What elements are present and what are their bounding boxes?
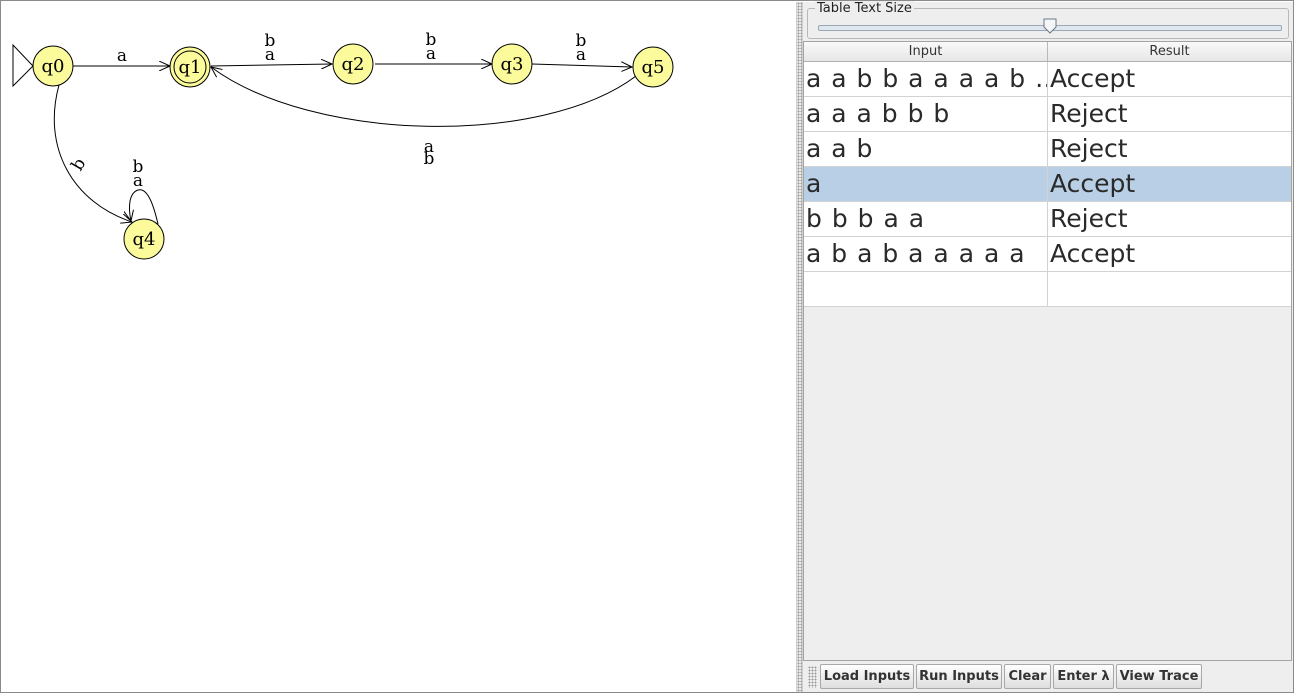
state-label: q1 (179, 57, 202, 78)
result-cell[interactable]: Accept (1048, 167, 1291, 201)
transition-label: b (424, 149, 435, 169)
table-row[interactable]: a a b Reject (804, 132, 1291, 167)
transition-q0-q4[interactable]: b (53, 84, 132, 222)
input-cell[interactable]: a (804, 167, 1048, 201)
transition-q5-q1[interactable]: a b (211, 67, 637, 169)
transition-label: b (67, 155, 90, 175)
state-label: q2 (342, 54, 365, 75)
state-q2[interactable]: q2 (332, 43, 374, 85)
column-header-result[interactable]: Result (1048, 42, 1291, 61)
clear-button[interactable]: Clear (1004, 664, 1051, 689)
run-inputs-button[interactable]: Run Inputs (916, 664, 1002, 689)
transition-label: a (265, 45, 275, 65)
column-header-input[interactable]: Input (804, 42, 1048, 61)
table-header: Input Result (804, 42, 1291, 62)
inputs-table: Input Result a a b b a a a a b … Accept … (803, 41, 1292, 661)
result-cell[interactable]: Accept (1048, 62, 1291, 96)
state-q4[interactable]: q4 (123, 218, 165, 260)
result-cell[interactable]: Accept (1048, 237, 1291, 271)
state-label: q4 (133, 229, 156, 250)
transition-q2-q3[interactable]: b a (375, 30, 492, 64)
automaton-diagram[interactable]: a b b a b a b a a b b a q0 q1 q2 q3 q5 q… (2, 2, 795, 692)
load-inputs-button[interactable]: Load Inputs (820, 664, 914, 689)
toolbar-grip[interactable] (808, 666, 817, 688)
app-window: a b b a b a b a a b b a q0 q1 q2 q3 q5 q… (0, 0, 1294, 693)
table-row[interactable]: b b b a a Reject (804, 202, 1291, 237)
input-cell[interactable] (804, 272, 1048, 306)
transition-label: a (576, 45, 586, 65)
view-trace-button[interactable]: View Trace (1116, 664, 1202, 689)
state-q3[interactable]: q3 (491, 43, 533, 85)
input-cell[interactable]: a a b b a a a a b … (804, 62, 1048, 96)
transition-label: a (117, 46, 127, 66)
table-row[interactable]: a b a b a a a a a Accept (804, 237, 1291, 272)
run-toolbar: Load Inputs Run Inputs Clear Enter λ Vie… (803, 662, 1293, 692)
initial-state-arrow (12, 43, 34, 88)
automaton-canvas[interactable]: a b b a b a b a a b b a q0 q1 q2 q3 q5 q… (2, 2, 795, 692)
input-cell[interactable]: a a a b b b (804, 97, 1048, 131)
state-label: q3 (501, 54, 524, 75)
transition-q3-q5[interactable]: b a (531, 31, 632, 67)
input-cell[interactable]: a b a b a a a a a (804, 237, 1048, 271)
state-q1[interactable]: q1 (169, 46, 211, 88)
enter-lambda-button[interactable]: Enter λ (1053, 664, 1114, 689)
result-cell[interactable]: Reject (1048, 97, 1291, 131)
transition-label: a (426, 44, 436, 64)
table-row-selected[interactable]: a Accept (804, 167, 1291, 202)
transition-q4-q4[interactable]: b a (129, 157, 159, 225)
result-cell[interactable] (1048, 272, 1291, 306)
input-cell[interactable]: a a b (804, 132, 1048, 166)
result-cell[interactable]: Reject (1048, 132, 1291, 166)
table-row[interactable]: a a b b a a a a b … Accept (804, 62, 1291, 97)
multiple-run-panel: Table Text Size Input Result a a b b a a… (803, 1, 1293, 692)
transition-label: a (133, 171, 143, 191)
table-text-size-group: Table Text Size (807, 1, 1289, 39)
state-q0[interactable]: q0 (32, 45, 74, 87)
slider-thumb[interactable] (1043, 18, 1057, 34)
table-text-size-label: Table Text Size (815, 1, 914, 16)
table-row-empty[interactable] (804, 272, 1291, 307)
table-body: a a b b a a a a b … Accept a a a b b b R… (804, 62, 1291, 307)
transition-q1-q2[interactable]: b a (210, 31, 332, 66)
table-row[interactable]: a a a b b b Reject (804, 97, 1291, 132)
state-q5[interactable]: q5 (632, 46, 674, 88)
input-cell[interactable]: b b b a a (804, 202, 1048, 236)
transition-q0-q1[interactable]: a (73, 46, 170, 66)
state-label: q5 (642, 57, 665, 78)
result-cell[interactable]: Reject (1048, 202, 1291, 236)
state-label: q0 (42, 56, 65, 77)
split-pane-divider[interactable] (796, 2, 803, 692)
